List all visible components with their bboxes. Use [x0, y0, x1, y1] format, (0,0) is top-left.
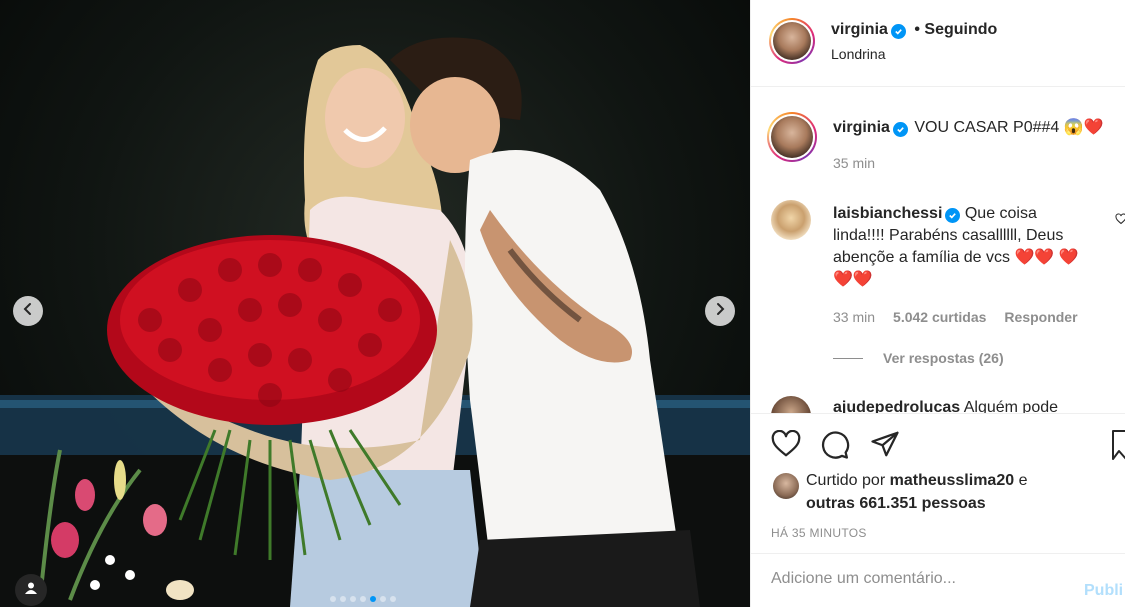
carousel-dot: [350, 596, 356, 602]
liker-avatar[interactable]: [773, 473, 799, 499]
comment-username[interactable]: laisbianchessi: [833, 205, 942, 222]
author-username[interactable]: virginia: [831, 21, 888, 38]
verified-icon: [892, 122, 908, 137]
comment-text: Alguém pode: [963, 399, 1059, 414]
verified-icon: [890, 24, 906, 39]
comments-section: virginia VOU CASAR P0##4 😱❤️ 35 min lais…: [751, 88, 1125, 414]
caption-time[interactable]: 35 min: [833, 155, 875, 171]
reply-button[interactable]: Responder: [1004, 309, 1077, 325]
carousel-dot-active: [370, 596, 376, 602]
share-button[interactable]: [870, 430, 900, 463]
comment-meta: 33 min 5.042 curtidas Responder: [833, 309, 1078, 325]
replies-divider: [833, 358, 863, 359]
save-button[interactable]: [1111, 429, 1125, 466]
comment-like-button[interactable]: [1115, 212, 1125, 230]
comment-icon: [820, 431, 850, 464]
chevron-right-icon: [713, 302, 727, 321]
comment-likes[interactable]: 5.042 curtidas: [893, 309, 986, 325]
comment-avatar[interactable]: [771, 396, 811, 413]
carousel-indicator: [330, 596, 396, 602]
caption: virginia VOU CASAR P0##4 😱❤️: [833, 117, 1118, 139]
carousel-dot: [330, 596, 336, 602]
comment-username[interactable]: ajudepedrolucas: [833, 399, 960, 413]
post-side-panel: virginia • Seguindo Londrina virginia VO…: [750, 0, 1125, 607]
post-photo: [0, 37, 750, 607]
likes-conj: e: [1018, 472, 1028, 489]
caption-text: VOU CASAR P0##4: [914, 119, 1060, 136]
carousel-dot: [360, 596, 366, 602]
carousel-dot: [380, 596, 386, 602]
comment-hearts: ❤️❤️: [1014, 249, 1055, 266]
comment-button[interactable]: [820, 430, 850, 465]
bookmark-icon: [1111, 430, 1125, 465]
comment-body: ajudepedrolucas Alguém pode: [833, 399, 1059, 414]
author-avatar[interactable]: [769, 18, 815, 64]
verified-icon: [945, 208, 961, 223]
heart-icon: [771, 429, 801, 462]
likes-summary: Curtido por matheusslima20 e outras 661.…: [806, 469, 1027, 515]
share-icon: [870, 431, 900, 462]
tagged-users-button[interactable]: [15, 574, 47, 606]
liker-username[interactable]: matheusslima20: [890, 472, 1015, 489]
carousel-dot: [340, 596, 346, 602]
post-media[interactable]: [0, 0, 750, 607]
post-location[interactable]: Londrina: [831, 46, 886, 62]
comment-avatar[interactable]: [771, 200, 811, 240]
follow-status[interactable]: • Seguindo: [914, 21, 997, 38]
chevron-left-icon: [21, 302, 35, 321]
like-button[interactable]: [771, 429, 801, 463]
next-slide-button[interactable]: [705, 296, 735, 326]
heart-icon: [1115, 212, 1125, 229]
publish-button[interactable]: Publi: [1084, 582, 1123, 600]
post-timestamp[interactable]: HÁ 35 MINUTOS: [771, 526, 867, 540]
post-header: virginia • Seguindo Londrina: [751, 0, 1125, 87]
caption-username[interactable]: virginia: [833, 119, 890, 136]
likes-prefix: Curtido por: [806, 472, 886, 489]
user-tag-icon: [24, 581, 38, 600]
comment-body: laisbianchessi Que coisa linda!!!! Parab…: [833, 203, 1088, 291]
comment-input[interactable]: [771, 570, 1071, 588]
likes-others-link[interactable]: outras 661.351 pessoas: [806, 495, 986, 512]
comment-form: Publi: [751, 553, 1125, 607]
previous-slide-button[interactable]: [13, 296, 43, 326]
carousel-dot: [390, 596, 396, 602]
view-replies-button[interactable]: Ver respostas (26): [883, 350, 1004, 366]
caption-emojis: 😱❤️: [1063, 119, 1104, 136]
comment-time[interactable]: 33 min: [833, 309, 875, 325]
caption-avatar[interactable]: [767, 112, 817, 162]
